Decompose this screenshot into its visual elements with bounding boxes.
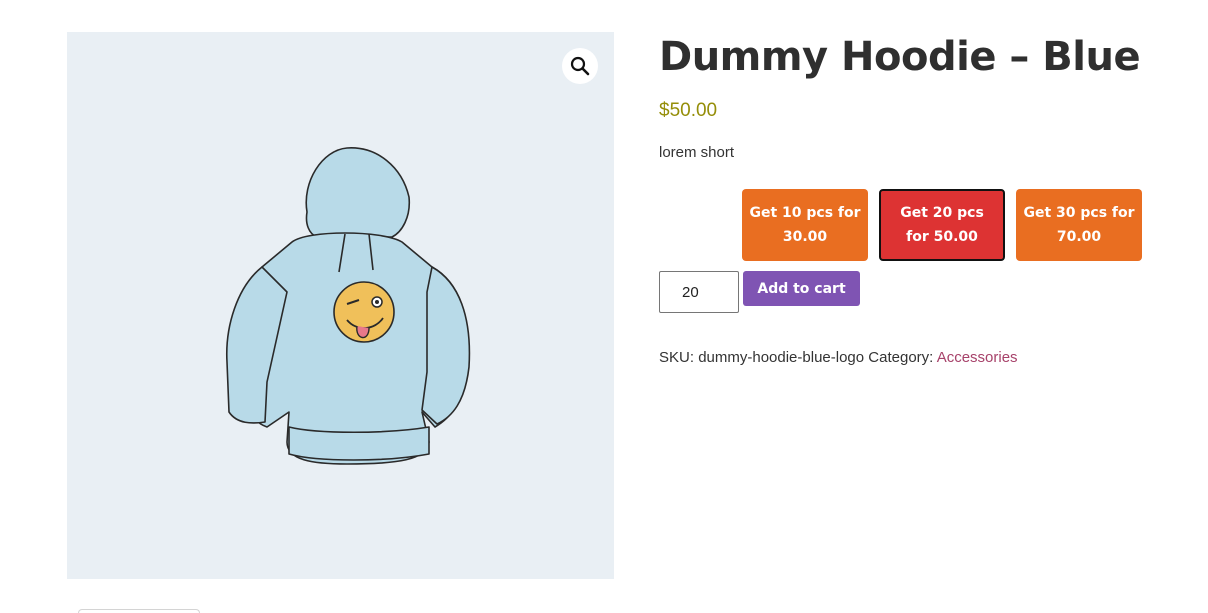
sku-value: dummy-hoodie-blue-logo: [698, 349, 865, 366]
product-price: $50.00: [659, 100, 718, 121]
magnifier-icon: [570, 56, 590, 76]
quantity-offers: Get 10 pcs for 30.00 Get 20 pcs for 50.0…: [742, 189, 1142, 261]
product-meta: SKU: dummy-hoodie-blue-logo Category: Ac…: [659, 349, 1018, 366]
category-link[interactable]: Accessories: [937, 349, 1018, 366]
category-label: Category:: [868, 349, 934, 366]
gallery-thumbnail[interactable]: [78, 609, 200, 613]
product-image[interactable]: [197, 142, 487, 472]
product-gallery: [67, 32, 614, 579]
quantity-input[interactable]: 20: [659, 271, 739, 313]
zoom-button[interactable]: [562, 48, 598, 84]
product-short-description: lorem short: [659, 144, 735, 161]
product-page: Dummy Hoodie – Blue $50.00 lorem short G…: [0, 0, 1208, 613]
product-title: Dummy Hoodie – Blue: [659, 34, 1141, 80]
sku-label: SKU:: [659, 349, 695, 366]
offer-20-pcs[interactable]: Get 20 pcs for 50.00: [879, 189, 1005, 261]
offer-30-pcs[interactable]: Get 30 pcs for 70.00: [1016, 189, 1142, 261]
add-to-cart-button[interactable]: Add to cart: [743, 271, 860, 306]
offer-10-pcs[interactable]: Get 10 pcs for 30.00: [742, 189, 868, 261]
